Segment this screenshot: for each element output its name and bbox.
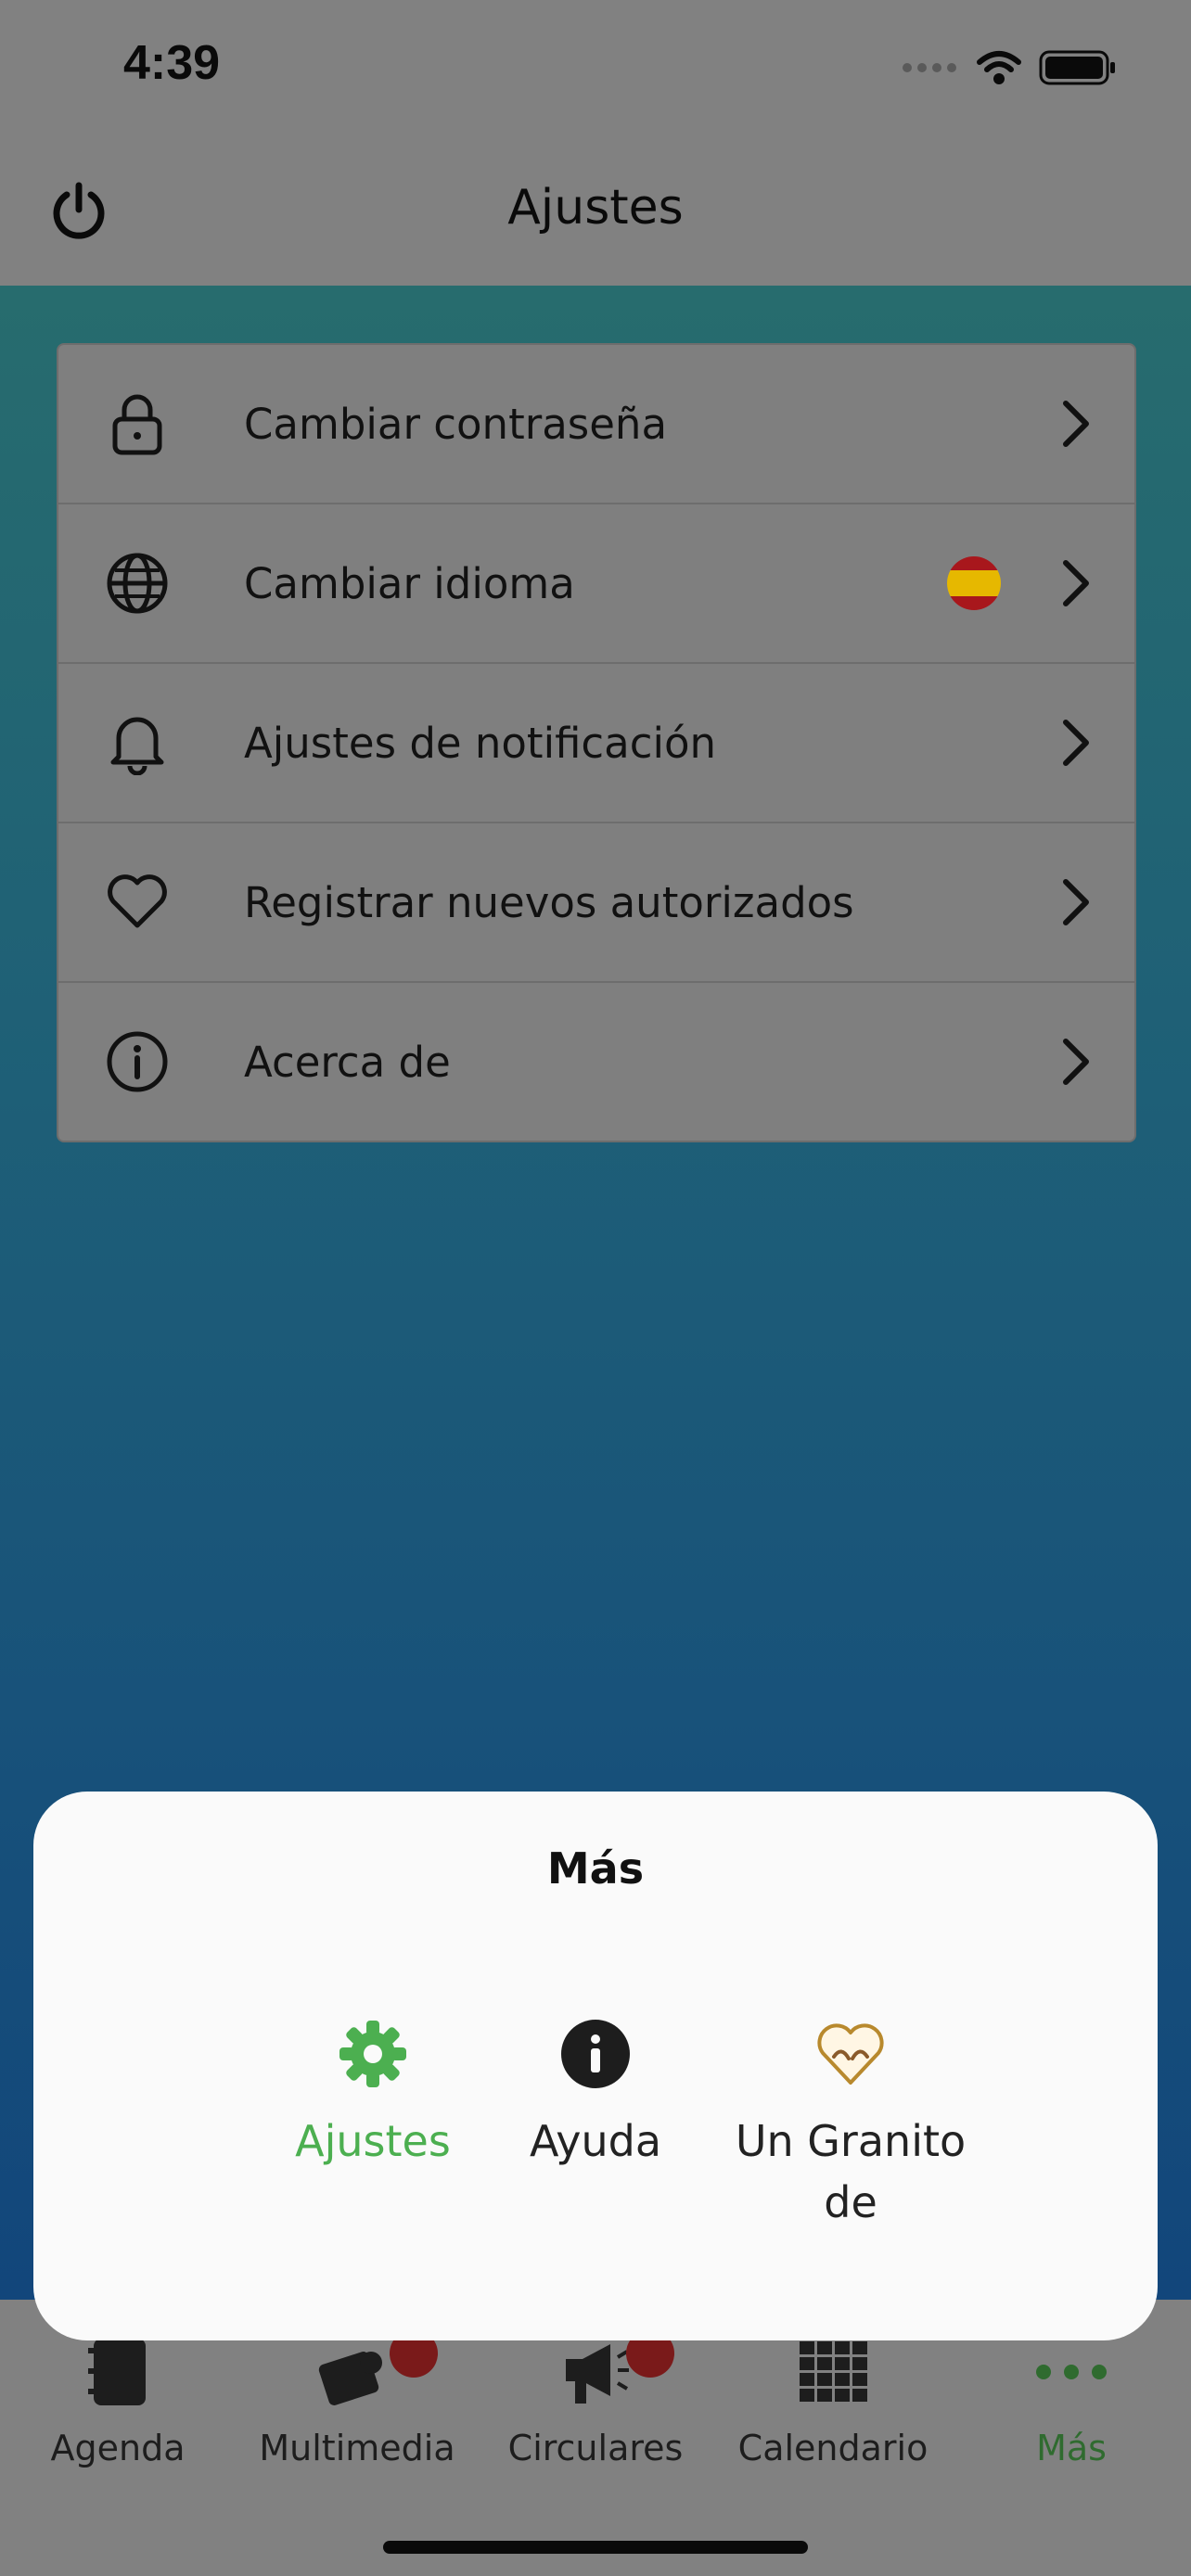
tab-mas[interactable]: Más (955, 2335, 1187, 2468)
settings-list: Cambiar contraseña Cambiar idioma Ajuste… (57, 343, 1136, 1142)
hands-heart-logo (716, 2014, 985, 2094)
status-bar: 4:39 (0, 0, 1191, 139)
sheet-option-label: Ajustes (295, 2116, 451, 2166)
tab-agenda[interactable]: Agenda (2, 2335, 234, 2468)
settings-item-register-authorized[interactable]: Registrar nuevos autorizados (58, 823, 1134, 983)
screen: 4:39 Ajustes Cambiar contraseña Cambiar … (0, 0, 1191, 2576)
settings-item-change-password[interactable]: Cambiar contraseña (58, 345, 1134, 504)
more-sheet: Más Ajustes Ayuda Un Granito de (33, 1792, 1158, 2340)
tab-label: Más (1036, 2428, 1107, 2468)
chevron-right-icon (1063, 560, 1089, 606)
globe-icon (103, 549, 172, 618)
settings-item-label: Cambiar idioma (244, 558, 575, 608)
wifi-icon (977, 51, 1021, 84)
megaphone-icon (480, 2329, 711, 2409)
lock-icon (103, 389, 172, 458)
tab-label: Agenda (50, 2428, 186, 2468)
page-title: Ajustes (507, 180, 684, 236)
calendar-grid-icon (717, 2335, 949, 2409)
sheet-option-label: Un Granito de (735, 2116, 967, 2227)
settings-item-label: Ajustes de notificación (244, 718, 717, 768)
sheet-option-ayuda[interactable]: Ayuda (493, 2014, 698, 2172)
sheet-title: Más (546, 1843, 645, 1894)
sheet-option-label: Ayuda (529, 2116, 662, 2166)
sheet-option-un-granito[interactable]: Un Granito de (716, 2014, 985, 2233)
chevron-right-icon (1063, 1039, 1089, 1085)
gear-icon (271, 2014, 475, 2094)
info-icon (103, 1027, 172, 1096)
home-indicator (383, 2541, 808, 2554)
heart-icon (103, 868, 172, 937)
spain-flag-icon (947, 556, 1001, 610)
tab-calendario[interactable]: Calendario (717, 2335, 949, 2468)
settings-item-label: Registrar nuevos autorizados (244, 877, 854, 927)
tab-circulares[interactable]: Circulares (480, 2329, 711, 2468)
bell-icon (103, 708, 172, 777)
info-circle-icon (493, 2014, 698, 2094)
status-icons (902, 46, 1117, 89)
settings-item-label: Acerca de (244, 1037, 451, 1087)
navigation-bar: Ajustes (0, 139, 1191, 287)
battery-icon (1039, 50, 1115, 85)
settings-item-label: Cambiar contraseña (244, 399, 668, 449)
chevron-right-icon (1063, 879, 1089, 925)
chevron-right-icon (1063, 720, 1089, 766)
sheet-option-ajustes[interactable]: Ajustes (271, 2014, 475, 2172)
settings-item-change-language[interactable]: Cambiar idioma (58, 504, 1134, 664)
settings-item-notification-settings[interactable]: Ajustes de notificación (58, 664, 1134, 823)
settings-item-about[interactable]: Acerca de (58, 983, 1134, 1141)
chevron-right-icon (1063, 401, 1089, 447)
more-dots-icon (955, 2335, 1187, 2409)
tab-label: Multimedia (259, 2428, 455, 2468)
status-time: 4:39 (123, 36, 221, 90)
tab-multimedia[interactable]: Multimedia (241, 2329, 473, 2468)
tab-label: Circulares (507, 2428, 684, 2468)
multimedia-icon (241, 2329, 473, 2409)
cellular-signal-icon (903, 63, 956, 72)
tab-label: Calendario (737, 2428, 928, 2468)
agenda-icon (2, 2335, 234, 2409)
tab-bar: Agenda Multimedia Circulares Calendario … (0, 2300, 1191, 2576)
